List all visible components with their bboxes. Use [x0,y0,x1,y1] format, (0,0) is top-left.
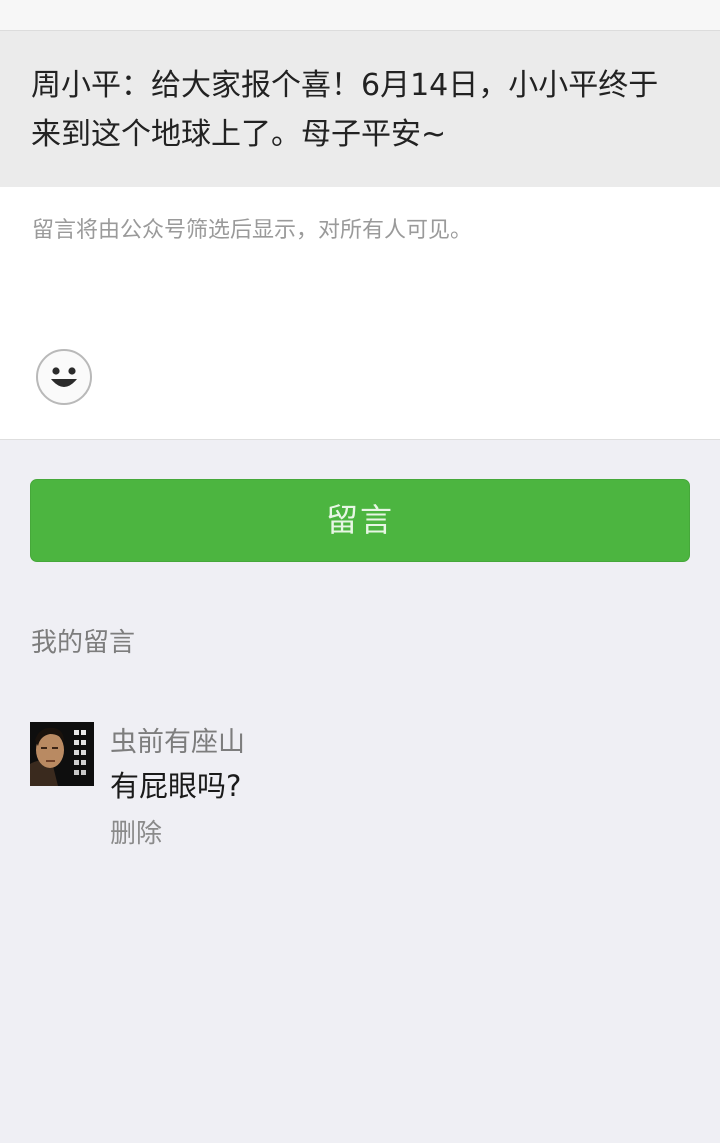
article-title-area: 周小平：给大家报个喜！6月14日，小小平终于来到这个地球上了。母子平安~ [0,31,720,187]
comment-item: 虫前有座山 有屁眼吗? 删除 [30,718,690,858]
article-title: 周小平：给大家报个喜！6月14日，小小平终于来到这个地球上了。母子平安~ [31,68,659,152]
avatar-portrait-icon [30,722,94,786]
top-bar [0,0,720,31]
user-avatar[interactable] [30,722,94,786]
submit-comment-button[interactable]: 留言 [30,479,690,562]
delete-comment-link[interactable]: 删除 [110,813,162,850]
commenter-name: 虫前有座山 [110,727,245,758]
comment-input-box[interactable]: 留言将由公众号筛选后显示，对所有人可见。 [0,187,720,440]
smiley-face-icon [51,367,77,387]
my-comments-label: 我的留言 [31,628,136,658]
emoji-button[interactable] [36,349,92,405]
comment-text: 有屁眼吗? [110,769,242,803]
comment-placeholder: 留言将由公众号筛选后显示，对所有人可见。 [32,218,473,243]
